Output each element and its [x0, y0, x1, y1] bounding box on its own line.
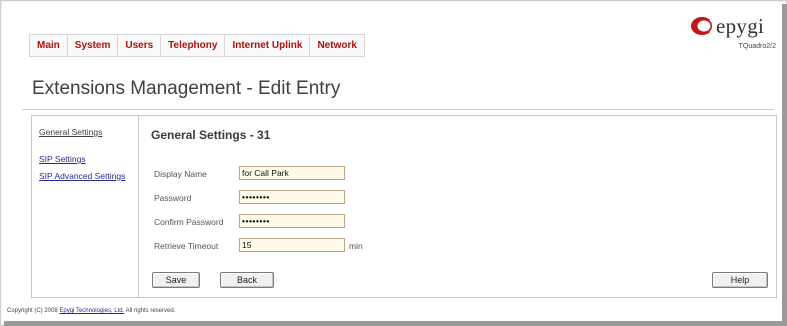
menu-item-internet-uplink[interactable]: Internet Uplink [225, 35, 311, 56]
menu-item-telephony[interactable]: Telephony [161, 35, 226, 56]
password-label: Password [154, 193, 192, 203]
page-title: Extensions Management - Edit Entry [32, 78, 341, 99]
display-name-label: Display Name [154, 169, 207, 179]
menu-item-users[interactable]: Users [118, 35, 162, 56]
top-menu: Main System Users Telephony Internet Upl… [29, 34, 365, 57]
section-title: General Settings - 31 [151, 128, 271, 142]
retrieve-timeout-unit: min [349, 241, 363, 251]
sidebar-item-sip-settings[interactable]: SIP Settings [39, 154, 86, 164]
footer-rights: All rights reserved. [125, 308, 176, 314]
content-panel: General Settings SIP Settings SIP Advanc… [31, 115, 777, 298]
menu-item-network[interactable]: Network [310, 35, 363, 56]
menu-item-main[interactable]: Main [30, 35, 68, 56]
footer: Copyright (C) 2008 Epygi Technologies, L… [7, 308, 175, 314]
sidebar-item-sip-advanced-settings[interactable]: SIP Advanced Settings [39, 171, 125, 181]
main-form-area: General Settings - 31 Display Name for C… [139, 116, 776, 297]
confirm-password-input[interactable]: •••••••• [239, 214, 345, 228]
epygi-logo: epygi TQuadro2/2 [690, 14, 780, 54]
menu-item-system[interactable]: System [68, 35, 119, 56]
confirm-password-label: Confirm Password [154, 217, 224, 227]
epygi-logo-icon [691, 17, 714, 35]
frame-shadow-right [782, 4, 787, 326]
retrieve-timeout-label: Retrieve Timeout [154, 241, 219, 251]
save-button[interactable]: Save [152, 272, 200, 288]
logo-text: epygi [716, 14, 765, 38]
frame-shadow-bottom [4, 321, 787, 326]
logo-model: TQuadro2/2 [738, 43, 776, 50]
footer-copyright: Copyright (C) 2008 [7, 308, 58, 314]
page: Main System Users Telephony Internet Upl… [2, 2, 781, 320]
footer-company-link[interactable]: Epygi Technologies, Ltd. [59, 308, 124, 314]
back-button[interactable]: Back [220, 272, 274, 288]
retrieve-timeout-input[interactable]: 15 [239, 238, 345, 252]
sidebar-item-general-settings[interactable]: General Settings [39, 127, 102, 137]
sidebar: General Settings SIP Settings SIP Advanc… [32, 116, 139, 297]
display-name-input[interactable]: for Call Park [239, 166, 345, 180]
password-input[interactable]: •••••••• [239, 190, 345, 204]
help-button[interactable]: Help [712, 272, 768, 288]
title-bar: Extensions Management - Edit Entry [22, 72, 774, 110]
